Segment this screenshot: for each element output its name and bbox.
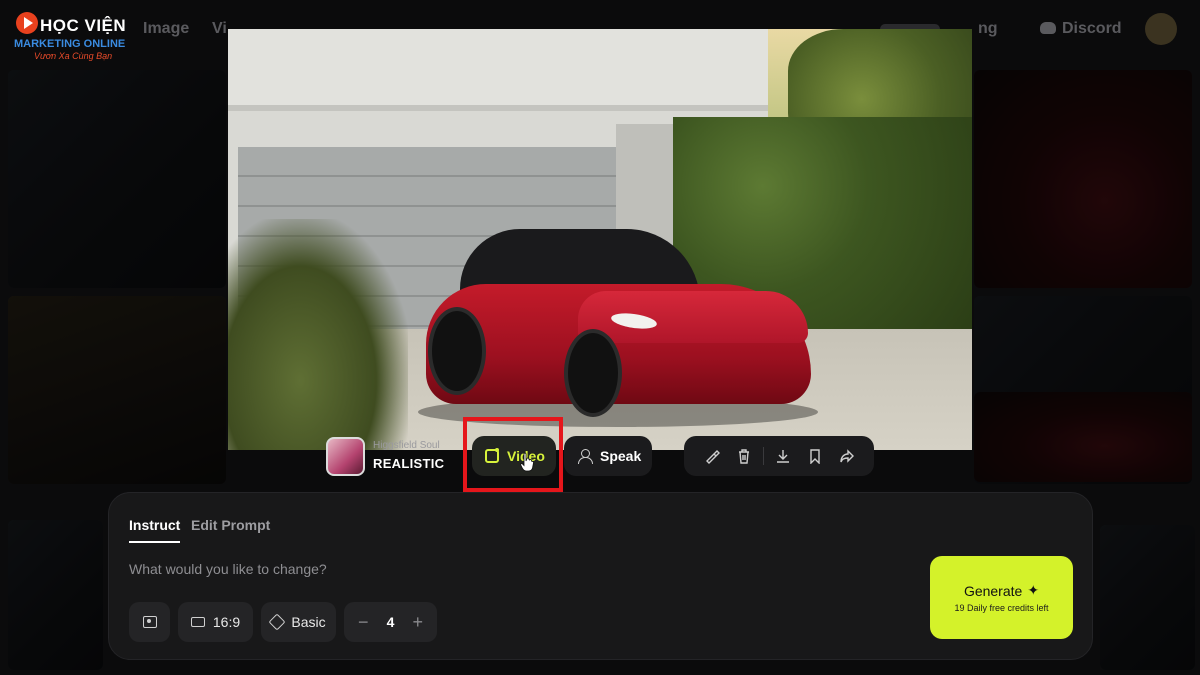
aspect-ratio-value: 16:9 <box>212 614 241 630</box>
tab-edit-prompt[interactable]: Edit Prompt <box>191 517 270 533</box>
delete-button[interactable] <box>728 440 760 472</box>
prompt-input[interactable] <box>129 557 889 581</box>
sparkle-icon: ✦ <box>1027 582 1040 598</box>
model-badge[interactable]: Higgsfield Soul REALISTIC <box>326 436 456 478</box>
decrement-button[interactable]: − <box>358 613 369 631</box>
gallery-tile[interactable] <box>974 392 1192 482</box>
generate-label-row: Generate ✦ <box>964 582 1039 599</box>
logo-tagline: Vươn Xa Cùng Bạn <box>34 51 113 61</box>
prompt-panel: Instruct Edit Prompt 16:9 Basic − 4 + Ge… <box>108 492 1093 660</box>
increment-button[interactable]: + <box>412 613 423 631</box>
count-value: 4 <box>386 614 395 630</box>
brush-button[interactable] <box>696 440 728 472</box>
tools-divider <box>763 447 764 465</box>
download-icon <box>777 450 789 463</box>
nav-discord-link[interactable]: Discord <box>1040 20 1122 38</box>
hand-cursor-icon <box>520 452 534 472</box>
logo-subtitle: MARKETING ONLINE <box>14 38 126 50</box>
gallery-tile[interactable] <box>8 296 226 484</box>
model-thumbnail <box>326 437 365 476</box>
generate-button[interactable]: Generate ✦ 19 Daily free credits left <box>930 556 1073 639</box>
aspect-ratio-icon <box>190 617 205 627</box>
download-button[interactable] <box>767 440 799 472</box>
image-reference-button[interactable] <box>129 602 170 642</box>
watermark-logo: HỌC VIỆN MARKETING ONLINE Vươn Xa Cùng B… <box>12 12 127 64</box>
bookmark-button[interactable] <box>799 440 831 472</box>
generate-label: Generate <box>963 582 1023 599</box>
share-icon <box>840 449 854 463</box>
model-provider: Higgsfield Soul <box>373 440 440 451</box>
person-icon <box>578 449 593 464</box>
image-car-wheel <box>564 329 622 417</box>
highlight-box <box>463 417 563 492</box>
image-icon <box>142 616 157 628</box>
logo-title: HỌC VIỆN <box>40 16 127 35</box>
speak-button[interactable]: Speak <box>564 436 652 476</box>
gallery-tile[interactable] <box>8 520 103 670</box>
image-house-roof <box>228 29 778 111</box>
count-stepper: − 4 + <box>344 602 437 642</box>
brush-icon <box>706 450 720 464</box>
nav-item-partial[interactable]: ng <box>978 20 998 38</box>
nav-item-image[interactable]: Image <box>143 20 189 38</box>
image-tools <box>684 436 874 476</box>
gallery-tile[interactable] <box>974 70 1192 288</box>
aspect-ratio-selector[interactable]: 16:9 <box>178 602 253 642</box>
quality-value: Basic <box>291 614 326 630</box>
generated-image[interactable] <box>228 29 972 450</box>
bookmark-icon <box>810 449 820 464</box>
share-button[interactable] <box>831 440 863 472</box>
discord-label: Discord <box>1062 20 1122 37</box>
gallery-tile[interactable] <box>1100 525 1195 670</box>
quality-selector[interactable]: Basic <box>261 602 336 642</box>
diamond-icon <box>268 613 286 631</box>
model-style: REALISTIC <box>373 456 445 471</box>
gallery-tile[interactable] <box>8 70 226 288</box>
speak-button-label: Speak <box>600 448 642 464</box>
tab-instruct[interactable]: Instruct <box>129 517 181 543</box>
trash-icon <box>739 449 749 464</box>
credits-remaining: 19 Daily free credits left <box>954 603 1049 613</box>
nav-item-video[interactable]: Vi <box>212 20 227 38</box>
image-car-wheel <box>428 307 486 395</box>
user-avatar[interactable] <box>1145 13 1177 45</box>
play-logo-icon <box>16 12 38 34</box>
image-grass <box>228 219 408 450</box>
discord-icon <box>1040 22 1056 34</box>
